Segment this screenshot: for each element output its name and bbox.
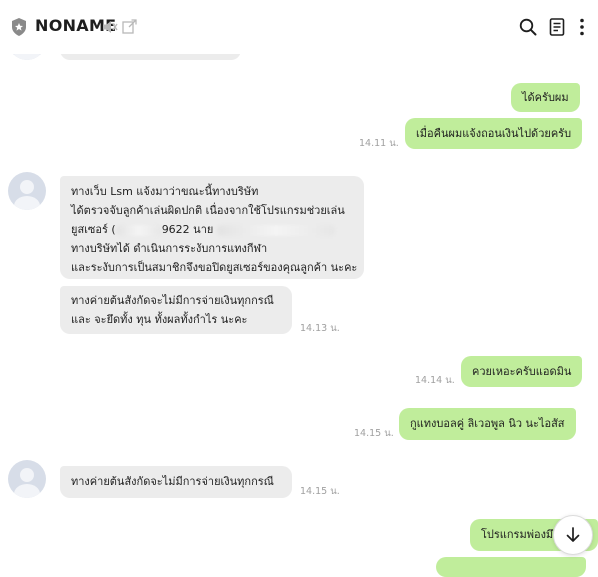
message-time: 14.11 น. (359, 138, 399, 149)
message-line-part: 9622 นาย (161, 223, 214, 236)
avatar[interactable] (8, 172, 46, 210)
message-text: กูแทงบอลคู่ ลิเวอพูล นิว นะไอสัส (410, 417, 565, 430)
avatar[interactable] (8, 460, 46, 498)
message-bubble-mine[interactable]: ได้ครับผม (511, 83, 580, 112)
message-time: 14.13 น. (300, 323, 340, 334)
message-line: และ จะยึดทั้ง ทุน ทั้งผลทั้งกำไร นะคะ (71, 313, 248, 326)
message-line: ได้ตรวจจับลูกค้าเล่นผิดปกติ เนื่องจากใช้… (71, 204, 345, 217)
message-time: 14.15 น. (300, 486, 340, 497)
message-time: 14.14 น. (415, 375, 455, 386)
message-bubble-theirs[interactable]: ทางค่ายต้นสังกัดจะไม่มีการจ่ายเงินทุกกรณ… (60, 286, 292, 334)
redacted-blur (115, 224, 162, 236)
message-line: ทางบริษัทได้ ดำเนินการระงับการแทงกีฬา (71, 242, 268, 255)
avatar-icon (14, 468, 40, 498)
more-vertical-icon[interactable] (576, 17, 588, 37)
message-line-redacted: ยูสเซอร์ ( 9622 นาย (71, 220, 353, 239)
message-bubble-mine[interactable]: ควยเหอะครับแอดมิน (461, 356, 583, 387)
message-text: เมื่อคืนผมแจ้งถอนเงินไปด้วยครับ (416, 127, 572, 140)
message-bubble-mine-partial[interactable] (436, 557, 586, 577)
message-line: ทางค่ายต้นสังกัดจะไม่มีการจ่ายเงินทุกกรณ… (71, 294, 274, 307)
notes-icon[interactable] (549, 18, 565, 36)
message-line: และระงับการเป็นสมาชิกจึงขอปิดยูสเซอร์ของ… (71, 261, 358, 274)
message-line: ทางเว็บ Lsm แจ้งมาว่าขณะนี้ทางบริษัท (71, 185, 259, 198)
message-time: 14.15 น. (354, 428, 394, 439)
shield-icon (12, 18, 26, 36)
arrow-down-icon (566, 527, 580, 542)
speaker-mute-icon[interactable] (102, 19, 118, 35)
message-text: ทางค่ายต้นสังกัดจะไม่มีการจ่ายเงินทุกกรณ… (71, 475, 274, 488)
message-bubble-mine[interactable]: เมื่อคืนผมแจ้งถอนเงินไปด้วยครับ (405, 118, 583, 149)
message-line-part: ยูสเซอร์ ( (71, 223, 116, 236)
message-bubble-theirs[interactable]: ทางค่ายต้นสังกัดจะไม่มีการจ่ายเงินทุกกรณ… (60, 466, 292, 498)
message-text: โปรแกรมพ่องมึง (481, 528, 559, 541)
message-text: ควยเหอะครับแอดมิน (472, 365, 572, 378)
scroll-to-bottom-button[interactable] (553, 515, 593, 555)
message-bubble-mine[interactable]: กูแทงบอลคู่ ลิเวอพูล นิว นะไอสัส (399, 408, 576, 440)
chat-header: NONAME (0, 0, 598, 54)
redacted-blur (216, 224, 335, 236)
message-text: ได้ครับผม (522, 91, 569, 104)
external-window-icon[interactable] (122, 19, 137, 34)
avatar-icon (14, 180, 40, 210)
message-bubble-theirs[interactable]: ทางเว็บ Lsm แจ้งมาว่าขณะนี้ทางบริษัท ได้… (60, 176, 364, 279)
search-icon[interactable] (519, 18, 537, 36)
